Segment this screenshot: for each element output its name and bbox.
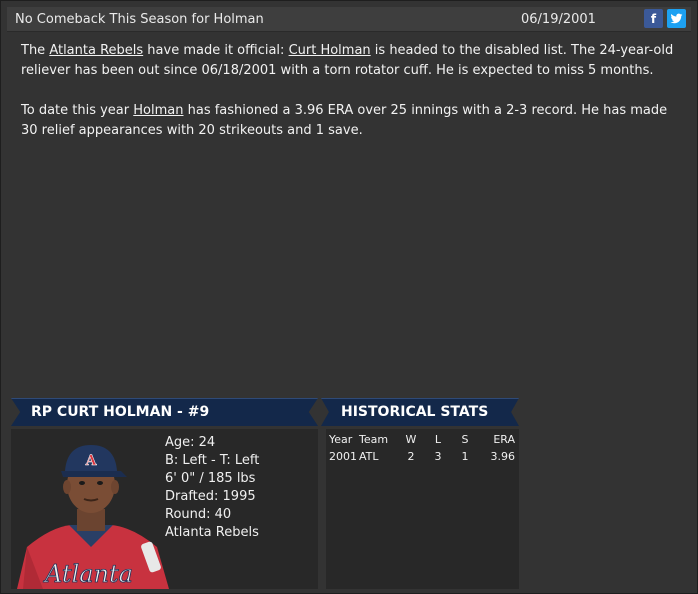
cell-era: 3.96 bbox=[490, 449, 516, 463]
col-team[interactable]: Team bbox=[359, 431, 399, 447]
player-drafted: Drafted: 1995 bbox=[165, 489, 256, 504]
player-panel-header: RP CURT HOLMAN - #9 bbox=[11, 398, 318, 426]
player-portrait[interactable]: Atlanta A bbox=[11, 439, 171, 589]
cell-year: 2001 bbox=[329, 449, 357, 463]
facebook-icon[interactable]: f bbox=[644, 9, 663, 28]
stats-panel-title: HISTORICAL STATS bbox=[341, 404, 489, 420]
news-date: 06/19/2001 bbox=[521, 12, 596, 27]
player-age: Age: 24 bbox=[165, 435, 216, 450]
player-link[interactable]: Holman bbox=[133, 103, 183, 118]
news-header: No Comeback This Season for Holman 06/19… bbox=[7, 7, 691, 32]
news-window: No Comeback This Season for Holman 06/19… bbox=[0, 0, 698, 594]
col-saves[interactable]: S bbox=[453, 431, 477, 447]
player-link[interactable]: Curt Holman bbox=[289, 43, 371, 58]
article-text: have made it official: bbox=[143, 43, 289, 58]
player-bats-throws: B: Left - T: Left bbox=[165, 453, 260, 468]
stats-header-row: Year Team W L S ERA bbox=[326, 431, 515, 447]
article-text: To date this year bbox=[21, 103, 134, 118]
player-height-weight: 6' 0" / 185 lbs bbox=[165, 471, 256, 486]
historical-stats-table: Year Team W L S ERA 2001 ATL 2 3 1 3.96 bbox=[326, 431, 515, 465]
article-paragraph-2: To date this year Holman has fashioned a… bbox=[21, 101, 681, 141]
table-row: 2001 ATL 2 3 1 3.96 bbox=[326, 447, 515, 465]
news-article: The Atlanta Rebels have made it official… bbox=[21, 41, 681, 161]
player-card: Atlanta A Age: 24 B: Left - T: Left 6' 0… bbox=[11, 429, 318, 589]
cap-letter: A bbox=[85, 453, 98, 469]
col-losses[interactable]: L bbox=[423, 431, 453, 447]
team-link[interactable]: Atlanta Rebels bbox=[49, 43, 143, 58]
cell-saves: 1 bbox=[461, 449, 469, 463]
stats-card: Year Team W L S ERA 2001 ATL 2 3 1 3.96 bbox=[326, 429, 519, 589]
article-paragraph-1: The Atlanta Rebels have made it official… bbox=[21, 41, 681, 81]
player-round: Round: 40 bbox=[165, 507, 232, 522]
stats-panel-header: HISTORICAL STATS bbox=[321, 398, 519, 426]
player-team: Atlanta Rebels bbox=[165, 525, 259, 540]
article-text: The bbox=[21, 43, 50, 58]
jersey-text: Atlanta bbox=[43, 560, 133, 588]
cell-losses: 3 bbox=[434, 449, 442, 463]
twitter-bird-icon bbox=[670, 13, 683, 24]
col-era[interactable]: ERA bbox=[477, 431, 515, 447]
cell-team: ATL bbox=[359, 449, 379, 463]
news-headline: No Comeback This Season for Holman bbox=[15, 12, 264, 27]
player-info: Age: 24 B: Left - T: Left 6' 0" / 185 lb… bbox=[165, 434, 259, 542]
col-year[interactable]: Year bbox=[326, 431, 359, 447]
player-panel-title: RP CURT HOLMAN - #9 bbox=[31, 404, 210, 420]
cell-wins: 2 bbox=[407, 449, 415, 463]
twitter-icon[interactable] bbox=[667, 9, 686, 28]
col-wins[interactable]: W bbox=[399, 431, 423, 447]
